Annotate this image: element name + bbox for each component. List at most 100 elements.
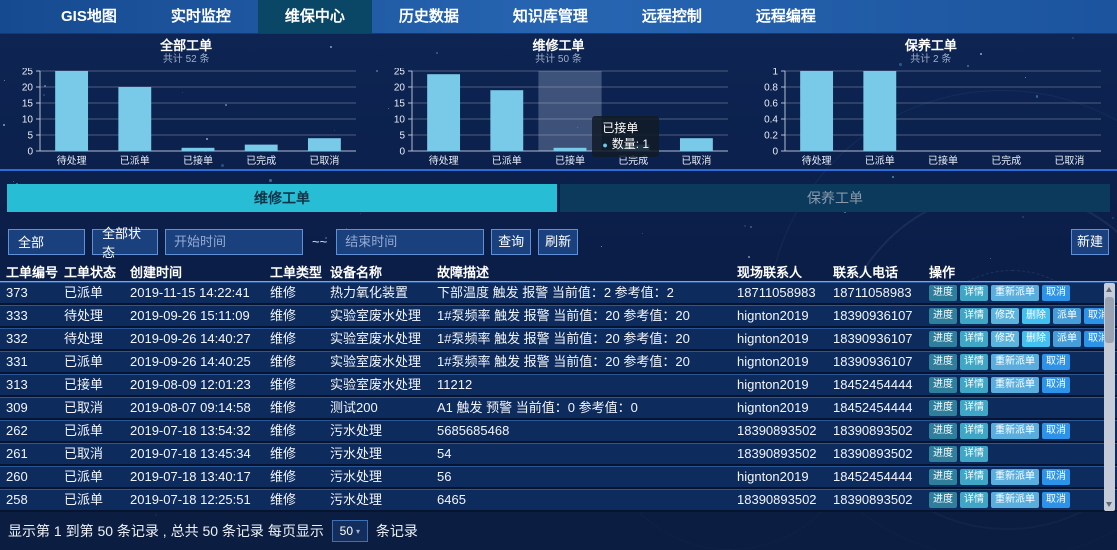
- cancel-button[interactable]: 取消: [1042, 354, 1070, 370]
- svg-text:已派单: 已派单: [492, 155, 522, 167]
- cancel-button[interactable]: 取消: [1042, 469, 1070, 485]
- details-button[interactable]: 详情: [960, 308, 988, 324]
- progress-button[interactable]: 进度: [929, 377, 957, 393]
- progress-button[interactable]: 进度: [929, 354, 957, 370]
- nav-tab-maintenance-center[interactable]: 维保中心: [258, 0, 372, 33]
- table-scrollbar[interactable]: [1104, 283, 1115, 511]
- nav-tab-remote-programming[interactable]: 远程编程: [729, 0, 843, 33]
- redispatch-button[interactable]: 重新派单: [991, 354, 1039, 370]
- dispatch-button[interactable]: 派单: [1053, 308, 1081, 324]
- chart-subtitle: 共计 2 条: [745, 54, 1117, 66]
- chart-bar[interactable]: [245, 145, 278, 151]
- refresh-button[interactable]: 刷新: [538, 229, 578, 255]
- details-button[interactable]: 详情: [960, 377, 988, 393]
- progress-button[interactable]: 进度: [929, 285, 957, 301]
- cell-order-type: 维修: [270, 467, 330, 487]
- redispatch-button[interactable]: 重新派单: [991, 492, 1039, 508]
- page-size-select[interactable]: 50 ▾: [332, 520, 368, 542]
- cell-created-time: 2019-07-18 12:25:51: [130, 490, 270, 510]
- details-button[interactable]: 详情: [960, 400, 988, 416]
- cell-device-name: 测试200: [330, 398, 437, 418]
- cell-order-id: 260: [6, 467, 64, 487]
- tooltip-value: ●数量: 1: [602, 136, 649, 153]
- cell-created-time: 2019-09-26 14:40:27: [130, 329, 270, 349]
- chart-bar[interactable]: [119, 87, 152, 151]
- delete-button[interactable]: 删除: [1022, 331, 1050, 347]
- cell-fault-description: 6465: [437, 490, 737, 510]
- bar-chart-svg[interactable]: 00.20.40.60.81待处理已派单已接单已完成已取消: [749, 68, 1113, 168]
- bar-chart-svg[interactable]: 0510152025待处理已派单已接单已完成已取消: [376, 68, 740, 168]
- chart-bar[interactable]: [800, 71, 833, 151]
- tab-repair-orders[interactable]: 维修工单: [7, 184, 557, 212]
- details-button[interactable]: 详情: [960, 446, 988, 462]
- chart-bar[interactable]: [554, 148, 587, 151]
- details-button[interactable]: 详情: [960, 469, 988, 485]
- nav-tab-knowledge-base[interactable]: 知识库管理: [486, 0, 615, 33]
- nav-tab-history-data[interactable]: 历史数据: [372, 0, 486, 33]
- cell-device-name: 实验室废水处理: [330, 352, 437, 372]
- scrollbar-thumb[interactable]: [1105, 297, 1114, 343]
- chart-bar[interactable]: [182, 148, 215, 151]
- chart-bar[interactable]: [428, 74, 461, 151]
- svg-text:0: 0: [400, 147, 406, 158]
- end-date-input[interactable]: [336, 229, 484, 255]
- scroll-down-icon[interactable]: [1106, 502, 1112, 507]
- progress-button[interactable]: 进度: [929, 331, 957, 347]
- progress-button[interactable]: 进度: [929, 308, 957, 324]
- chart-bar[interactable]: [55, 71, 88, 151]
- dispatch-button[interactable]: 派单: [1053, 331, 1081, 347]
- delete-button[interactable]: 删除: [1022, 308, 1050, 324]
- cancel-button[interactable]: 取消: [1042, 423, 1070, 439]
- edit-button[interactable]: 修改: [991, 331, 1019, 347]
- cell-site-contact: hignton2019: [737, 375, 833, 395]
- cell-fault-description: 1#泵频率 触发 报警 当前值：20 参考值：20: [437, 306, 737, 326]
- tab-maintenance-orders[interactable]: 保养工单: [560, 184, 1110, 212]
- cell-fault-description: 1#泵频率 触发 报警 当前值：20 参考值：20: [437, 352, 737, 372]
- cell-actions: 进度详情重新派单取消: [929, 285, 1117, 301]
- svg-text:0: 0: [28, 147, 34, 158]
- chart-bar[interactable]: [491, 90, 524, 151]
- chart-bar[interactable]: [308, 138, 341, 151]
- progress-button[interactable]: 进度: [929, 423, 957, 439]
- cell-fault-description: 56: [437, 467, 737, 487]
- redispatch-button[interactable]: 重新派单: [991, 469, 1039, 485]
- progress-button[interactable]: 进度: [929, 469, 957, 485]
- cancel-button[interactable]: 取消: [1042, 492, 1070, 508]
- progress-button[interactable]: 进度: [929, 400, 957, 416]
- cell-created-time: 2019-08-07 09:14:58: [130, 398, 270, 418]
- edit-button[interactable]: 修改: [991, 308, 1019, 324]
- cell-order-type: 维修: [270, 329, 330, 349]
- category-select[interactable]: 全部: [8, 229, 85, 255]
- details-button[interactable]: 详情: [960, 331, 988, 347]
- nav-tab-gis-map[interactable]: GIS地图: [34, 0, 144, 33]
- top-nav: GIS地图实时监控维保中心历史数据知识库管理远程控制远程编程: [0, 0, 1117, 34]
- cell-fault-description: 5685685468: [437, 421, 737, 441]
- redispatch-button[interactable]: 重新派单: [991, 423, 1039, 439]
- progress-button[interactable]: 进度: [929, 446, 957, 462]
- table-row: 260已派单2019-07-18 13:40:17维修污水处理56hignton…: [0, 466, 1117, 489]
- nav-tab-realtime-monitor[interactable]: 实时监控: [144, 0, 258, 33]
- cell-fault-description: 54: [437, 444, 737, 464]
- details-button[interactable]: 详情: [960, 492, 988, 508]
- redispatch-button[interactable]: 重新派单: [991, 285, 1039, 301]
- cancel-button[interactable]: 取消: [1042, 285, 1070, 301]
- cancel-button[interactable]: 取消: [1042, 377, 1070, 393]
- cell-device-name: 实验室废水处理: [330, 306, 437, 326]
- bar-chart-svg[interactable]: 0510152025待处理已派单已接单已完成已取消: [4, 68, 368, 168]
- details-button[interactable]: 详情: [960, 354, 988, 370]
- details-button[interactable]: 详情: [960, 423, 988, 439]
- chart-bar[interactable]: [863, 71, 896, 151]
- redispatch-button[interactable]: 重新派单: [991, 377, 1039, 393]
- create-new-button[interactable]: 新建: [1071, 229, 1109, 255]
- cell-actions: 进度详情重新派单取消: [929, 492, 1117, 508]
- status-select[interactable]: 全部状态: [92, 229, 158, 255]
- cell-site-contact: 18711058983: [737, 283, 833, 303]
- start-date-input[interactable]: [165, 229, 303, 255]
- nav-tab-remote-control[interactable]: 远程控制: [615, 0, 729, 33]
- details-button[interactable]: 详情: [960, 285, 988, 301]
- cell-device-name: 实验室废水处理: [330, 329, 437, 349]
- chart-bar[interactable]: [680, 138, 713, 151]
- progress-button[interactable]: 进度: [929, 492, 957, 508]
- search-button[interactable]: 查询: [491, 229, 531, 255]
- scroll-up-icon[interactable]: [1106, 287, 1112, 292]
